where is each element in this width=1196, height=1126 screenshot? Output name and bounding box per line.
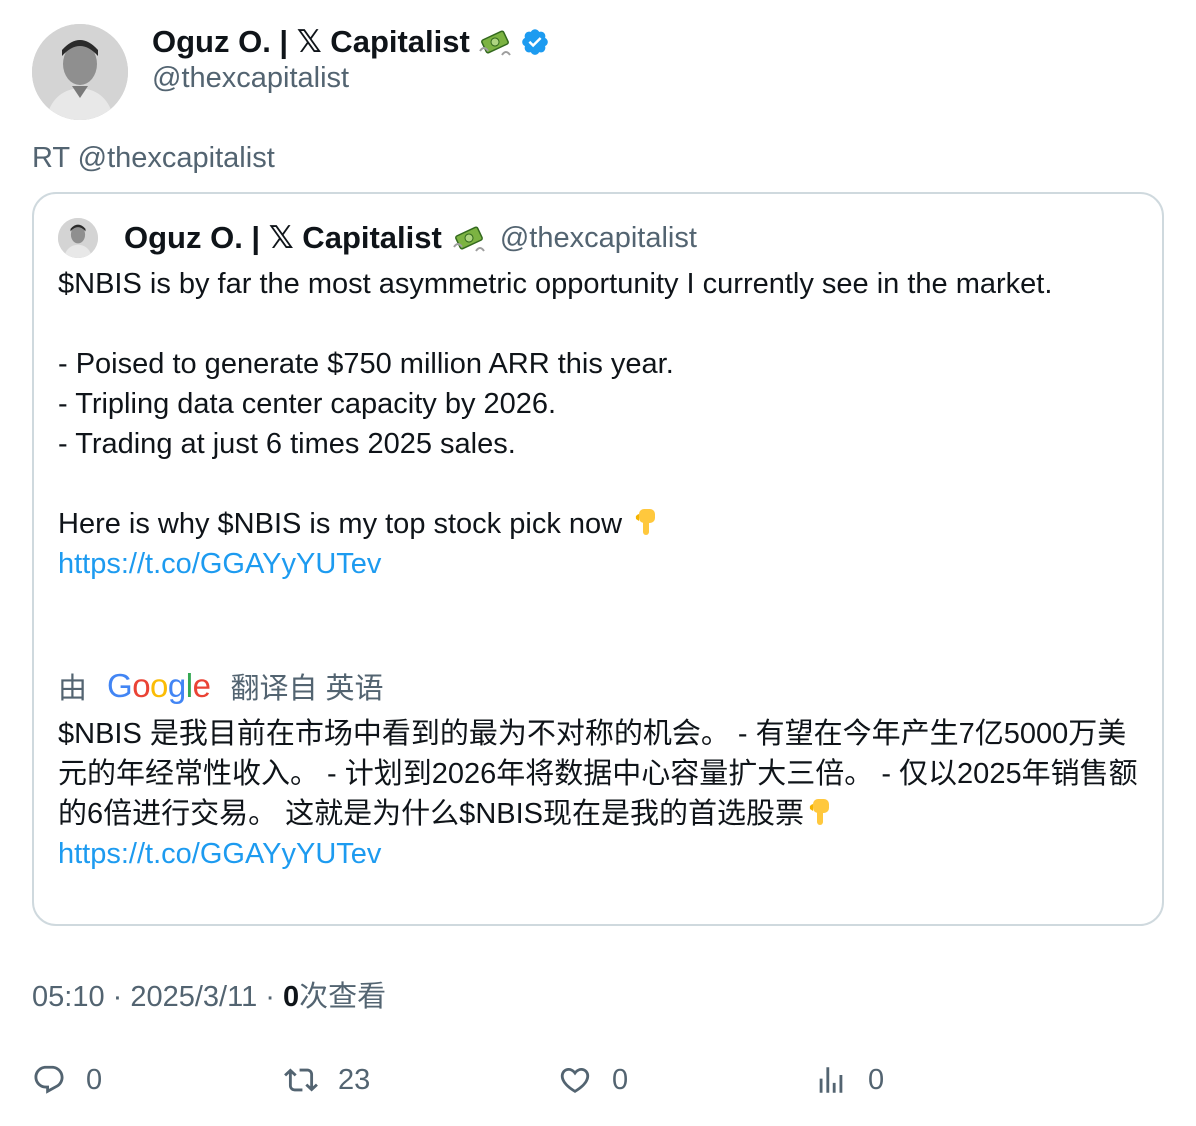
views-count: 0: [283, 981, 300, 1013]
pointing-down-emoji-icon: [630, 506, 662, 538]
retweet-count: 23: [338, 1063, 371, 1096]
retweet-icon: [284, 1068, 318, 1092]
like-count: 0: [612, 1063, 629, 1096]
author-name-row[interactable]: Oguz O. | 𝕏 Capitalist: [152, 22, 550, 62]
like-button[interactable]: 0: [558, 1058, 628, 1102]
pointing-down-emoji-icon: [804, 796, 836, 828]
tweet-time[interactable]: 05:10: [32, 981, 105, 1013]
tweet-closing-line: Here is why $NBIS is my top stock pick n…: [58, 504, 1138, 544]
quoted-author-avatar[interactable]: [58, 218, 98, 258]
heart-icon: [560, 1067, 590, 1093]
verified-badge-icon: [520, 27, 550, 57]
tweet-line: $NBIS is by far the most asymmetric oppo…: [58, 268, 1053, 300]
tweet-link[interactable]: https://t.co/GGAYyYUTev: [58, 548, 381, 580]
quoted-tweet-text: $NBIS is by far the most asymmetric oppo…: [58, 264, 1138, 584]
tweet-closing-text: Here is why $NBIS is my top stock pick n…: [58, 508, 623, 540]
translated-text: $NBIS 是我目前在市场中看到的最为不对称的机会。 - 有望在今年产生7亿50…: [58, 714, 1138, 874]
author-handle[interactable]: @thexcapitalist: [152, 62, 349, 95]
translated-link[interactable]: https://t.co/GGAYyYUTev: [58, 838, 381, 870]
reply-icon: [34, 1065, 64, 1094]
quoted-tweet-card[interactable]: Oguz O. | 𝕏 Capitalist @thexcapitalist $…: [32, 192, 1164, 926]
reply-button[interactable]: 0: [32, 1058, 102, 1102]
google-logo-icon: Google: [107, 667, 211, 704]
translation-suffix: 翻译自 英语: [230, 673, 384, 705]
translation-attribution: 由 Google 翻译自 英语: [58, 664, 384, 708]
tweet-date[interactable]: 2025/3/11: [130, 981, 257, 1013]
translated-body: $NBIS 是我目前在市场中看到的最为不对称的机会。 - 有望在今年产生7亿50…: [58, 718, 1138, 830]
money-with-wings-emoji-icon: [478, 25, 512, 59]
retweet-text: RT @thexcapitalist: [32, 142, 275, 174]
views-label: 次查看: [299, 981, 387, 1013]
views-button[interactable]: 0: [814, 1058, 884, 1102]
retweet-button[interactable]: 23: [284, 1058, 370, 1102]
views-count-action: 0: [868, 1063, 885, 1096]
author-name[interactable]: Oguz O. | 𝕏 Capitalist: [152, 24, 470, 60]
quoted-author-handle[interactable]: @thexcapitalist: [500, 222, 697, 255]
meta-separator: ·: [112, 981, 131, 1013]
tweet-bullet: - Tripling data center capacity by 2026.: [58, 388, 557, 420]
translation-prefix: 由: [58, 673, 88, 705]
money-with-wings-emoji-icon: [452, 221, 486, 255]
action-bar: 0 23 0 0: [32, 1058, 1164, 1102]
tweet-meta: 05:10 · 2025/3/11 · 0次查看: [32, 973, 386, 1015]
tweet-bullet: - Trading at just 6 times 2025 sales.: [58, 428, 516, 460]
analytics-icon: [819, 1067, 843, 1093]
quoted-author-name[interactable]: Oguz O. | 𝕏 Capitalist: [124, 220, 442, 256]
quoted-tweet-header: Oguz O. | 𝕏 Capitalist @thexcapitalist: [58, 216, 697, 260]
meta-separator: ·: [265, 981, 284, 1013]
reply-count: 0: [86, 1063, 103, 1096]
author-avatar[interactable]: [32, 24, 128, 120]
tweet-bullet: - Poised to generate $750 million ARR th…: [58, 348, 674, 380]
